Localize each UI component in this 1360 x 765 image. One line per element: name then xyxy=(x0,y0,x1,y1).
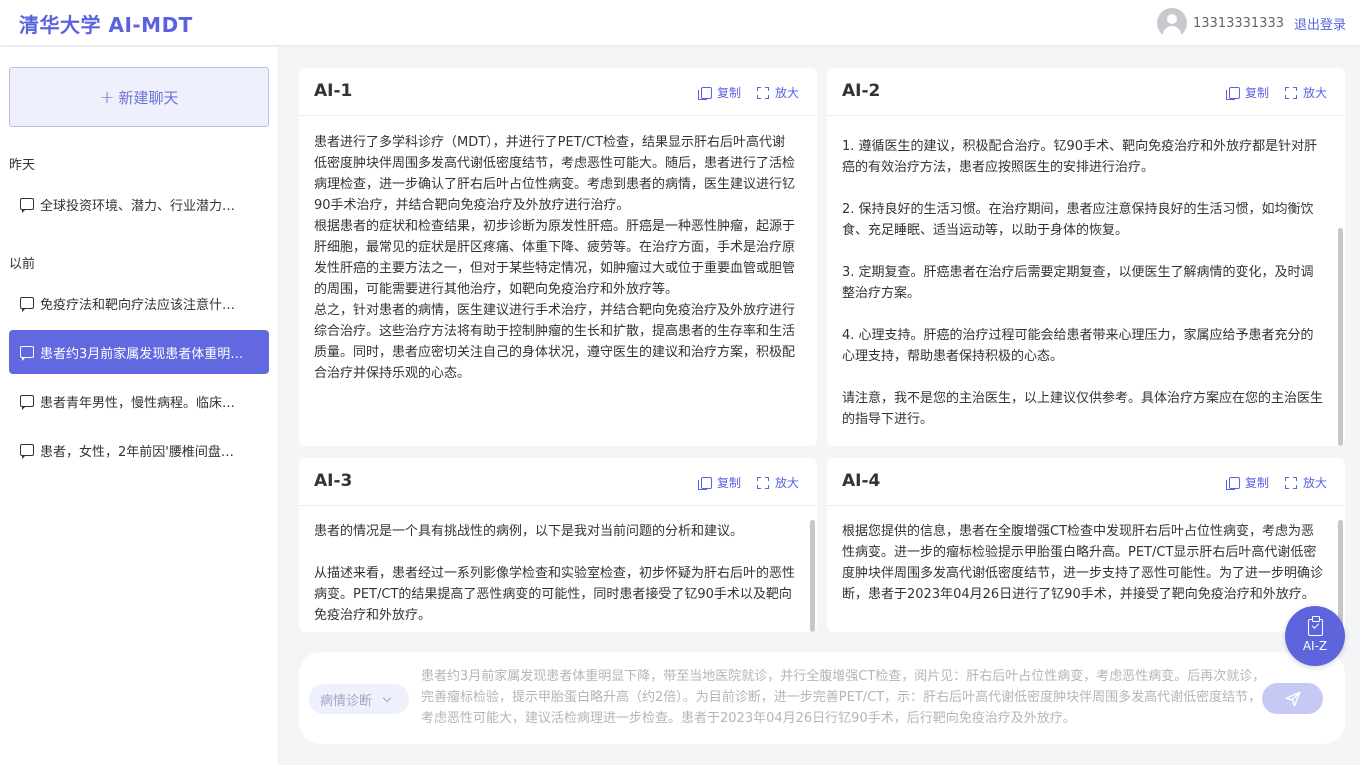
copy-icon xyxy=(1225,86,1240,100)
message-icon xyxy=(20,444,34,459)
mode-dropdown-value: 病情诊断 xyxy=(320,693,373,709)
plus-icon: + xyxy=(99,86,115,108)
card-actions: 复制 放大 xyxy=(1213,474,1327,491)
chat-input-area: 病情诊断 患者约3月前家属发现患者体重明显下降，带至当地医院就诊，并行全腹增强C… xyxy=(299,652,1345,744)
brand-logo: 清华大学 AI-MDT xyxy=(19,13,193,37)
mode-dropdown[interactable]: 病情诊断 xyxy=(309,684,409,714)
copy-icon xyxy=(697,86,712,100)
chat-history-item[interactable]: 患者，女性，2年前因'腰椎间盘… xyxy=(9,428,269,472)
expand-button[interactable]: 放大 xyxy=(1284,474,1327,491)
message-icon xyxy=(20,297,34,312)
ai-response-card-4: AI-4 复制 放大 根据您提供的信息，患者在全腹增强CT检查中发现肝右后叶占位… xyxy=(827,458,1345,632)
sidebar: + 新建聊天 昨天 全球投资环境、潜力、行业潜力… 以前 免疫疗法和靶向疗法应该… xyxy=(0,47,279,765)
card-title: AI-2 xyxy=(842,81,881,101)
message-input[interactable]: 患者约3月前家属发现患者体重明显下降，带至当地医院就诊，并行全腹增强CT检查，阅… xyxy=(421,666,1267,732)
chat-history-item[interactable]: 全球投资环境、潜力、行业潜力… xyxy=(9,182,269,226)
scrollbar[interactable] xyxy=(810,520,815,632)
card-header: AI-2 复制 放大 xyxy=(827,68,1345,116)
copy-icon xyxy=(697,476,712,490)
copy-label: 复制 xyxy=(716,476,741,490)
scrollbar[interactable] xyxy=(1338,520,1343,632)
expand-label: 放大 xyxy=(1302,86,1327,100)
card-body[interactable]: 患者的情况是一个具有挑战性的病例，以下是我对当前问题的分析和建议。 从描述来看，… xyxy=(314,521,795,632)
send-icon xyxy=(1285,691,1300,706)
copy-button[interactable]: 复制 xyxy=(697,84,741,101)
expand-label: 放大 xyxy=(774,86,799,100)
ai-response-card-3: AI-3 复制 放大 患者的情况是一个具有挑战性的病例，以下是我对当前问题的分析… xyxy=(299,458,817,632)
clipboard-check-icon xyxy=(1307,616,1323,636)
card-title: AI-3 xyxy=(314,471,353,491)
card-header: AI-1 复制 放大 xyxy=(299,68,817,116)
new-chat-label: 新建聊天 xyxy=(118,88,179,107)
chat-history-item-label: 全球投资环境、潜力、行业潜力… xyxy=(40,198,236,214)
expand-label: 放大 xyxy=(774,476,799,490)
copy-button[interactable]: 复制 xyxy=(1225,84,1269,101)
expand-icon xyxy=(1284,476,1297,489)
copy-label: 复制 xyxy=(1244,86,1269,100)
card-body-text: 患者的情况是一个具有挑战性的病例，以下是我对当前问题的分析和建议。 从描述来看，… xyxy=(314,524,795,623)
card-title: AI-4 xyxy=(842,471,881,491)
top-header: 清华大学 AI-MDT 13313331333 退出登录 xyxy=(0,0,1360,46)
ai-response-card-2: AI-2 复制 放大 1. 遵循医生的建议，积极配合治疗。钇90手术、靶向免疫治… xyxy=(827,68,1345,446)
card-header: AI-3 复制 放大 xyxy=(299,458,817,506)
card-body-text: 患者进行了多学科诊疗（MDT），并进行了PET/CT检查，结果显示肝右后叶高代谢… xyxy=(314,135,795,381)
ai-response-card-1: AI-1 复制 放大 患者进行了多学科诊疗（MDT），并进行了PET/CT检查，… xyxy=(299,68,817,446)
card-actions: 复制 放大 xyxy=(685,474,799,491)
expand-button[interactable]: 放大 xyxy=(756,84,799,101)
copy-icon xyxy=(1225,476,1240,490)
expand-icon xyxy=(756,86,769,99)
card-body[interactable]: 1. 遵循医生的建议，积极配合治疗。钇90手术、靶向免疫治疗和外放疗都是针对肝癌… xyxy=(842,136,1323,446)
card-body[interactable]: 患者进行了多学科诊疗（MDT），并进行了PET/CT检查，结果显示肝右后叶高代谢… xyxy=(314,132,795,446)
card-title: AI-1 xyxy=(314,81,353,101)
ai-z-float-button[interactable]: AI-Z xyxy=(1285,606,1345,666)
copy-button[interactable]: 复制 xyxy=(697,474,741,491)
card-header: AI-4 复制 放大 xyxy=(827,458,1345,506)
section-label-earlier: 以前 xyxy=(9,257,36,272)
user-area: 13313331333 退出登录 xyxy=(1157,8,1346,38)
ai-z-label: AI-Z xyxy=(1302,639,1328,653)
message-icon xyxy=(20,395,34,410)
user-phone: 13313331333 xyxy=(1193,15,1284,31)
copy-button[interactable]: 复制 xyxy=(1225,474,1269,491)
expand-button[interactable]: 放大 xyxy=(1284,84,1327,101)
chat-history-item[interactable]: 患者青年男性，慢性病程。临床… xyxy=(9,379,269,423)
send-button[interactable] xyxy=(1262,683,1323,714)
message-icon xyxy=(20,346,34,361)
card-body-text: 1. 遵循医生的建议，积极配合治疗。钇90手术、靶向免疫治疗和外放疗都是针对肝癌… xyxy=(842,139,1323,427)
card-actions: 复制 放大 xyxy=(1213,84,1327,101)
scrollbar[interactable] xyxy=(1338,228,1343,446)
expand-icon xyxy=(756,476,769,489)
chat-history-item-active[interactable]: 患者约3月前家属发现患者体重明… xyxy=(9,330,269,374)
copy-label: 复制 xyxy=(1244,476,1269,490)
chevron-down-icon xyxy=(382,693,392,702)
copy-label: 复制 xyxy=(716,86,741,100)
section-label-yesterday: 昨天 xyxy=(9,158,36,173)
card-actions: 复制 放大 xyxy=(685,84,799,101)
card-body[interactable]: 根据您提供的信息，患者在全腹增强CT检查中发现肝右后叶占位性病变，考虑为恶性病变… xyxy=(842,521,1323,632)
avatar[interactable] xyxy=(1157,8,1187,38)
expand-label: 放大 xyxy=(1302,476,1327,490)
chat-history-item[interactable]: 免疫疗法和靶向疗法应该注意什… xyxy=(9,281,269,325)
message-icon xyxy=(20,198,34,213)
chat-history-item-label: 患者，女性，2年前因'腰椎间盘… xyxy=(40,444,234,460)
chat-history-item-label: 患者约3月前家属发现患者体重明… xyxy=(40,346,244,362)
chat-history-item-label: 患者青年男性，慢性病程。临床… xyxy=(40,395,236,411)
chat-history-item-label: 免疫疗法和靶向疗法应该注意什… xyxy=(40,297,236,313)
new-chat-button[interactable]: + 新建聊天 xyxy=(9,67,269,127)
card-body-text: 根据您提供的信息，患者在全腹增强CT检查中发现肝右后叶占位性病变，考虑为恶性病变… xyxy=(842,524,1323,602)
logout-link[interactable]: 退出登录 xyxy=(1294,14,1346,33)
expand-icon xyxy=(1284,86,1297,99)
expand-button[interactable]: 放大 xyxy=(756,474,799,491)
